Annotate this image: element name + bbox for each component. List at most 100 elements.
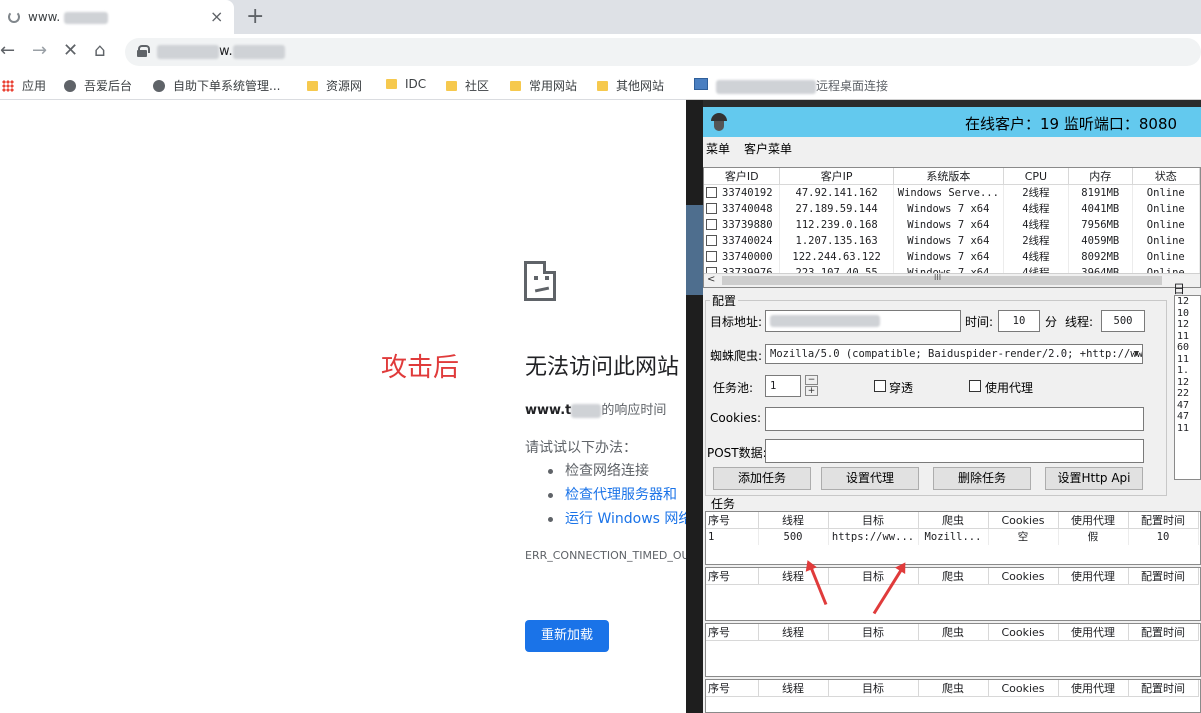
row-checkbox[interactable] xyxy=(706,186,717,198)
column-header[interactable]: CPU xyxy=(1003,168,1070,185)
table-row[interactable]: 33739880 112.239.0.168 Windows 7 x64 4线程 795… xyxy=(704,216,1200,233)
folder-icon xyxy=(446,81,457,91)
menu-main[interactable]: 菜单 xyxy=(706,140,730,157)
spider-select[interactable]: Mozilla/5.0 (compatible; Baiduspider-ren… xyxy=(765,344,1143,364)
cell: 7956MB xyxy=(1068,216,1133,233)
task-table: 序号 线程 目标 爬虫 Cookies 使用代理 配置时间 xyxy=(705,623,1201,677)
bookmark-folder[interactable]: 常用网站 xyxy=(510,77,577,94)
add-task-button[interactable]: 添加任务 xyxy=(713,467,811,490)
scroll-left-icon[interactable]: < xyxy=(707,274,715,285)
table-row[interactable]: 33740192 47.92.141.162 Windows Serve... 2线程… xyxy=(704,184,1200,201)
column-header[interactable]: 序号 xyxy=(706,680,759,697)
table-row[interactable]: 1 500 https://ww... Mozill... 空 假 10 xyxy=(706,528,1199,545)
cell: 4线程 xyxy=(1003,200,1070,217)
new-tab-button[interactable]: + xyxy=(246,4,264,29)
column-header[interactable]: 序号 xyxy=(706,512,759,529)
back-icon[interactable]: ← xyxy=(0,40,15,61)
forward-icon[interactable]: → xyxy=(32,40,47,61)
row-checkbox[interactable] xyxy=(706,250,717,262)
column-header[interactable]: 客户ID xyxy=(704,168,781,185)
try-heading: 请试试以下办法： xyxy=(525,440,637,456)
task-pool-label: 任务池: xyxy=(713,381,754,395)
column-header[interactable]: 线程 xyxy=(758,680,829,697)
browser-tab[interactable]: www. × xyxy=(0,0,234,34)
reload-button[interactable]: 重新加载 xyxy=(525,620,609,652)
cell: 33740000 xyxy=(722,250,773,263)
column-header[interactable]: 客户IP xyxy=(779,168,894,185)
column-header[interactable]: 配置时间 xyxy=(1128,680,1199,697)
post-data-input[interactable] xyxy=(765,439,1144,463)
menu-clients[interactable]: 客户菜单 xyxy=(744,140,792,157)
set-proxy-button[interactable]: 设置代理 xyxy=(821,467,919,490)
column-header[interactable]: 配置时间 xyxy=(1128,568,1199,585)
delete-task-button[interactable]: 删除任务 xyxy=(933,467,1031,490)
remote-desktop-titlebar[interactable]: 远程桌面连接 xyxy=(686,70,1201,100)
bookmark-folder[interactable]: 社区 xyxy=(446,77,489,94)
use-proxy-checkbox[interactable] xyxy=(969,380,981,392)
column-header[interactable]: 爬虫 xyxy=(918,512,989,529)
suggestion-link-diagnostics[interactable]: 运行 Windows 网络 xyxy=(548,507,692,531)
table-row[interactable]: 33740000 122.244.63.122 Windows 7 x64 4线程 80… xyxy=(704,248,1200,265)
column-header[interactable]: 序号 xyxy=(706,568,759,585)
bookmark-item[interactable]: 吾爱后台 xyxy=(64,77,132,94)
threads-input[interactable]: 500 xyxy=(1101,310,1145,332)
horizontal-scrollbar[interactable]: < III xyxy=(704,273,1200,287)
table-row[interactable]: 33740024 1.207.135.163 Windows 7 x64 2线程 405… xyxy=(704,232,1200,249)
tab-close-icon[interactable]: × xyxy=(210,7,223,26)
column-header[interactable]: 状态 xyxy=(1132,168,1200,185)
column-header[interactable]: Cookies xyxy=(988,624,1059,641)
bookmark-folder[interactable]: 资源网 xyxy=(307,77,362,94)
suggestion-list: 检查网络连接 检查代理服务器和 运行 Windows 网络 xyxy=(548,459,692,531)
column-header[interactable]: 目标 xyxy=(828,512,919,529)
cookies-input[interactable] xyxy=(765,407,1144,431)
bookmark-apps[interactable]: 应用 xyxy=(2,77,46,94)
cell: Windows 7 x64 xyxy=(893,200,1004,217)
column-header[interactable]: 使用代理 xyxy=(1058,680,1129,697)
log-line: 1. xyxy=(1177,365,1190,376)
row-checkbox[interactable] xyxy=(706,234,717,246)
cell: 33739880 xyxy=(722,218,773,231)
sad-page-icon xyxy=(524,261,556,301)
time-input[interactable]: 10 xyxy=(998,310,1040,332)
column-header[interactable]: 线程 xyxy=(758,624,829,641)
column-header[interactable]: Cookies xyxy=(988,568,1059,585)
column-header[interactable]: 线程 xyxy=(758,512,829,529)
column-header[interactable]: 内存 xyxy=(1068,168,1133,185)
column-header[interactable]: 爬虫 xyxy=(918,680,989,697)
column-header[interactable]: 系统版本 xyxy=(893,168,1004,185)
column-header[interactable]: 目标 xyxy=(828,680,919,697)
column-header[interactable]: 序号 xyxy=(706,624,759,641)
scroll-grip: III xyxy=(934,273,942,282)
bookmark-folder[interactable]: 其他网站 xyxy=(597,77,664,94)
minute-label: 分 xyxy=(1045,315,1058,329)
pierce-checkbox[interactable] xyxy=(874,380,886,392)
redacted-text xyxy=(232,44,285,59)
table-row[interactable]: 33740048 27.189.59.144 Windows 7 x64 4线程 404… xyxy=(704,200,1200,217)
bookmark-item[interactable]: 自助下单系统管理... xyxy=(153,77,280,94)
scrollbar-thumb[interactable]: III xyxy=(722,273,1162,285)
spin-up-button[interactable]: − xyxy=(805,375,818,385)
column-header[interactable]: Cookies xyxy=(988,680,1059,697)
target-url-input[interactable] xyxy=(765,310,961,332)
set-http-api-button[interactable]: 设置Http Api xyxy=(1045,467,1143,490)
column-header[interactable]: 目标 xyxy=(828,624,919,641)
bookmark-folder[interactable]: IDC xyxy=(386,77,426,91)
column-header[interactable]: 使用代理 xyxy=(1058,512,1129,529)
row-checkbox[interactable] xyxy=(706,202,717,214)
suggestion-link-proxy[interactable]: 检查代理服务器和 xyxy=(548,483,692,507)
cell: 112.239.0.168 xyxy=(779,216,894,233)
address-bar[interactable]: w. xyxy=(125,38,1201,66)
home-icon[interactable]: ⌂ xyxy=(94,40,105,61)
stop-loading-icon[interactable]: ✕ xyxy=(63,40,78,61)
task-pool-input[interactable]: 1 xyxy=(765,375,801,397)
column-header[interactable]: 配置时间 xyxy=(1128,624,1199,641)
column-header[interactable]: 使用代理 xyxy=(1058,624,1129,641)
column-header[interactable]: 配置时间 xyxy=(1128,512,1199,529)
spin-down-button[interactable]: + xyxy=(805,386,818,396)
column-header[interactable]: 爬虫 xyxy=(918,624,989,641)
row-checkbox[interactable] xyxy=(706,218,717,230)
column-header[interactable]: 使用代理 xyxy=(1058,568,1129,585)
tab-title: www. xyxy=(28,10,61,24)
column-header[interactable]: Cookies xyxy=(988,512,1059,529)
column-header[interactable]: 爬虫 xyxy=(918,568,989,585)
